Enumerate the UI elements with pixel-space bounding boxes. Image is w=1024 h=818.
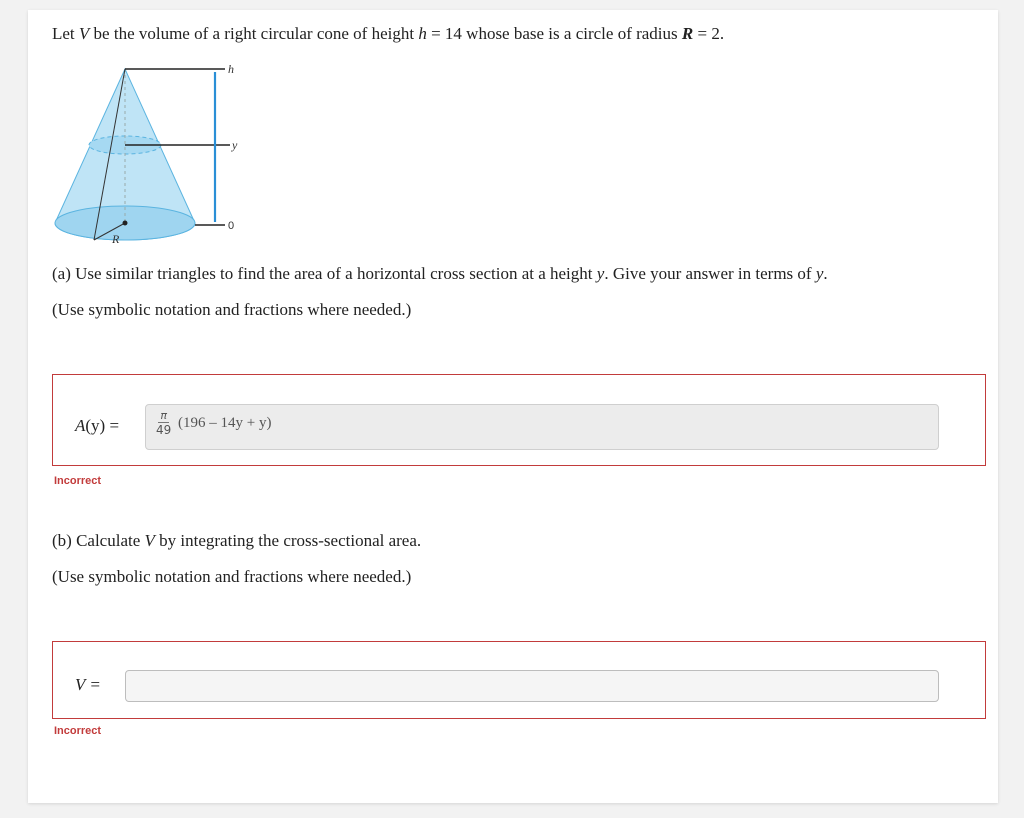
part-a-text-2: . Give your answer in terms of xyxy=(604,264,816,283)
status-incorrect-b: Incorrect xyxy=(54,725,102,737)
function-name: A xyxy=(75,416,86,435)
part-a-prompt: (a) Use similar triangles to find the ar… xyxy=(52,263,828,285)
fraction: π 49 xyxy=(156,409,172,437)
cone-figure: h y 0 R xyxy=(52,62,252,250)
intro-text-4: = 2. xyxy=(693,24,725,43)
part-a-note: (Use symbolic notation and fractions whe… xyxy=(52,300,412,319)
part-b-text-1: (b) Calculate xyxy=(52,531,145,550)
answer-input-b[interactable] xyxy=(125,670,939,702)
center-dot xyxy=(122,220,128,226)
label-y: y xyxy=(231,138,238,152)
answer-box-a: A(y) = π 49 (196 – 14y + y) xyxy=(52,374,986,466)
part-b-prompt: (b) Calculate V by integrating the cross… xyxy=(52,530,421,552)
label-R: R xyxy=(111,232,120,246)
answer-expression: (196 – 14y + y) xyxy=(178,415,272,431)
answer-box-b: V = xyxy=(52,641,986,719)
answer-label-b: V = xyxy=(75,675,101,694)
answer-input-a[interactable]: π 49 (196 – 14y + y) xyxy=(145,404,939,450)
part-a-text-1: (a) Use similar triangles to find the ar… xyxy=(52,264,597,283)
var-V: V xyxy=(78,24,90,43)
intro-text-3: = 14 whose base is a circle of radius xyxy=(426,24,682,43)
question-card: Let V be the volume of a right circular … xyxy=(28,10,998,803)
label-h: h xyxy=(228,65,234,76)
function-arg: (y) = xyxy=(85,416,120,435)
var-R: R xyxy=(681,24,694,43)
problem-statement: Let V be the volume of a right circular … xyxy=(52,23,724,45)
var-h: h xyxy=(418,24,427,43)
part-a-text-3: . xyxy=(823,264,828,283)
intro-text-1: Let xyxy=(52,24,79,43)
part-b-note: (Use symbolic notation and fractions whe… xyxy=(52,567,412,586)
fraction-numerator: π xyxy=(158,409,169,423)
part-b-text-2: by integrating the cross-sectional area. xyxy=(154,531,422,550)
answer-label-a: A(y) = xyxy=(75,416,119,436)
cone-diagram: h y 0 R xyxy=(54,62,238,246)
var-V: V xyxy=(144,531,155,550)
label-0: 0 xyxy=(228,220,234,232)
intro-text-2: be the volume of a right circular cone o… xyxy=(89,24,419,43)
status-incorrect-a: Incorrect xyxy=(54,475,102,487)
fraction-denominator: 49 xyxy=(156,423,172,437)
